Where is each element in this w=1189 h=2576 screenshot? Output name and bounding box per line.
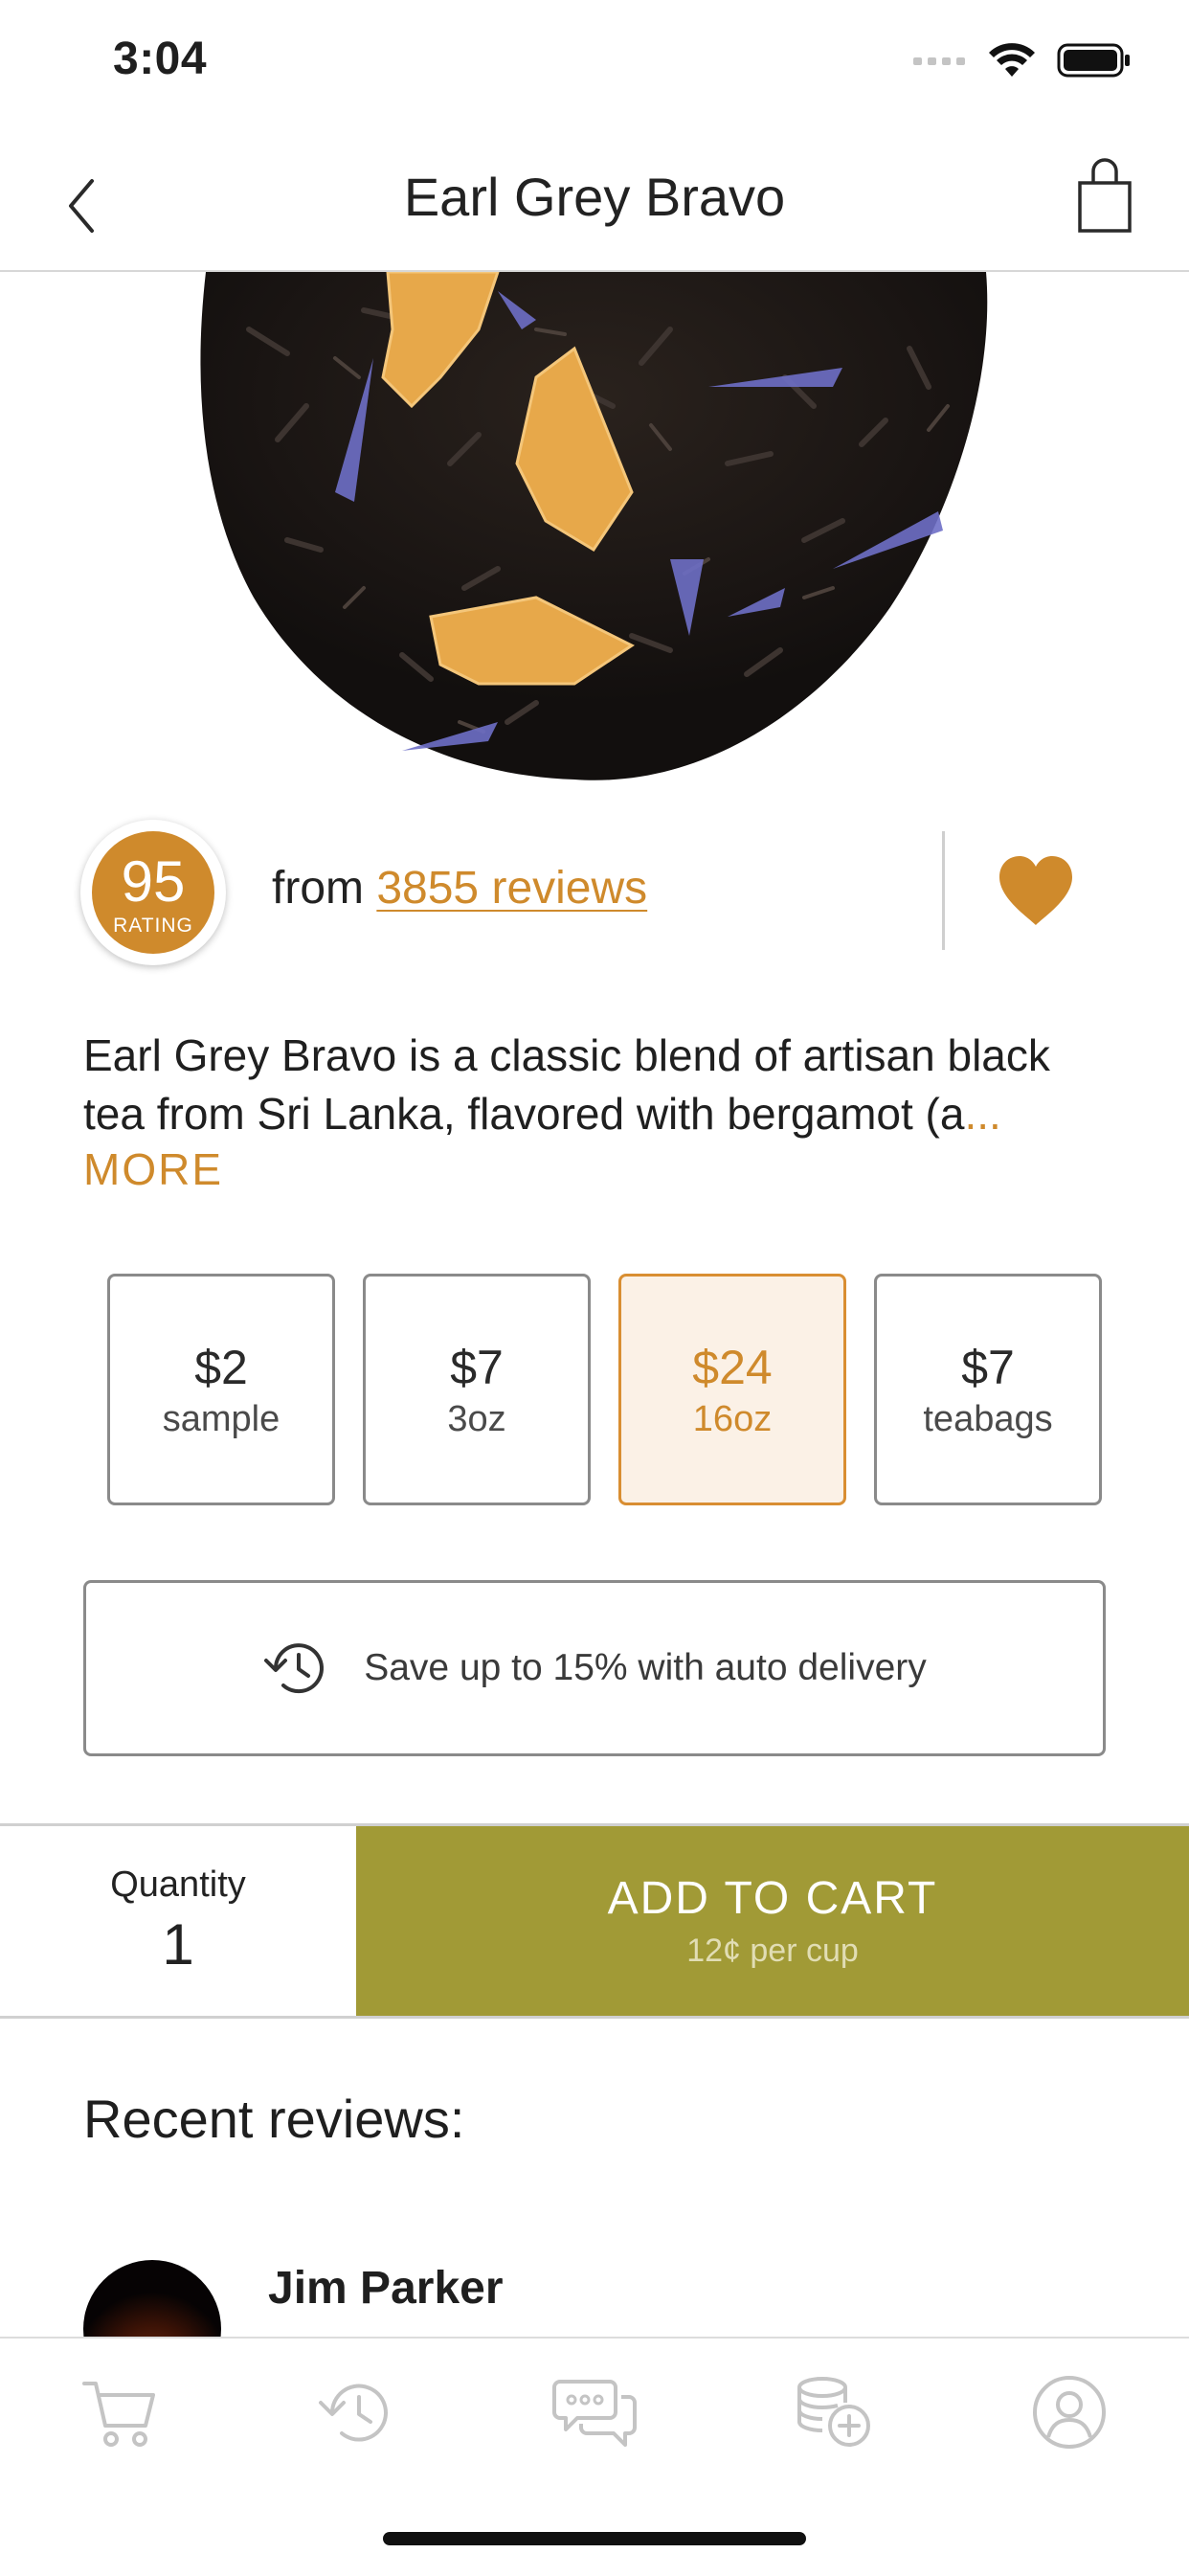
price-per-cup: 12¢ per cup bbox=[686, 1932, 859, 1969]
description-text: Earl Grey Bravo is a classic blend of ar… bbox=[83, 1030, 1050, 1139]
recent-reviews-title: Recent reviews: bbox=[83, 2089, 465, 2149]
rating-badge: 95 RATING bbox=[80, 820, 226, 965]
reviews-from-text: from bbox=[272, 863, 377, 914]
rating-divider bbox=[942, 831, 945, 950]
chat-icon bbox=[552, 2380, 637, 2447]
rating-caption: RATING bbox=[113, 915, 193, 937]
quantity-selector[interactable]: Quantity 1 bbox=[0, 1826, 356, 2016]
navigation-header: Earl Grey Bravo bbox=[0, 134, 1189, 272]
quantity-value: 1 bbox=[162, 1912, 194, 1977]
size-price: $24 bbox=[692, 1340, 773, 1394]
shopping-bag-button[interactable] bbox=[1076, 158, 1133, 235]
size-option-3oz[interactable]: $7 3oz bbox=[363, 1274, 591, 1505]
rewards-icon bbox=[797, 2377, 870, 2447]
size-option-16oz[interactable]: $24 16oz bbox=[618, 1274, 846, 1505]
tea-leaves-illustration bbox=[200, 272, 988, 780]
favorite-button[interactable] bbox=[996, 852, 1076, 929]
reviewer-name: Jim Parker bbox=[268, 2263, 504, 2314]
size-label: sample bbox=[162, 1398, 280, 1439]
product-image bbox=[0, 272, 1189, 789]
status-time: 3:04 bbox=[113, 34, 208, 84]
size-option-teabags[interactable]: $7 teabags bbox=[874, 1274, 1102, 1505]
cellular-signal-icon bbox=[913, 57, 965, 65]
tab-cart[interactable] bbox=[76, 2369, 162, 2455]
profile-icon bbox=[1033, 2376, 1106, 2449]
page-title: Earl Grey Bravo bbox=[403, 167, 786, 227]
size-price: $2 bbox=[194, 1340, 248, 1394]
status-indicators bbox=[913, 42, 1132, 79]
size-label: teabags bbox=[923, 1398, 1053, 1439]
cart-icon bbox=[82, 2382, 155, 2447]
clock-history-icon bbox=[264, 1643, 325, 1694]
quantity-label: Quantity bbox=[110, 1864, 246, 1905]
tab-rewards[interactable] bbox=[791, 2369, 877, 2455]
heart-icon bbox=[999, 856, 1072, 925]
tab-chat[interactable] bbox=[551, 2369, 638, 2455]
auto-delivery-label: Save up to 15% with auto delivery bbox=[364, 1647, 927, 1688]
cart-bar: Quantity 1 ADD TO CART 12¢ per cup bbox=[0, 1823, 1189, 2019]
add-to-cart-label: ADD TO CART bbox=[607, 1873, 938, 1924]
auto-delivery-button[interactable]: Save up to 15% with auto delivery bbox=[83, 1580, 1106, 1756]
battery-icon bbox=[1057, 43, 1130, 78]
tab-history[interactable] bbox=[312, 2369, 398, 2455]
size-price: $7 bbox=[450, 1340, 504, 1394]
home-indicator bbox=[383, 2532, 806, 2545]
size-label: 3oz bbox=[447, 1398, 506, 1439]
reviews-link[interactable]: 3855 reviews bbox=[376, 863, 647, 914]
shopping-bag-icon bbox=[1078, 158, 1132, 233]
size-label: 16oz bbox=[692, 1398, 773, 1439]
product-description: Earl Grey Bravo is a classic blend of ar… bbox=[83, 1027, 1117, 1143]
size-option-sample[interactable]: $2 sample bbox=[107, 1274, 335, 1505]
more-link[interactable]: MORE bbox=[83, 1143, 223, 1195]
size-price: $7 bbox=[961, 1340, 1015, 1394]
description-ellipsis: ... bbox=[964, 1089, 1001, 1139]
rating-circle: 95 RATING bbox=[92, 831, 214, 954]
add-to-cart-button[interactable]: ADD TO CART 12¢ per cup bbox=[356, 1826, 1189, 2016]
rating-value: 95 bbox=[121, 849, 186, 914]
tab-profile[interactable] bbox=[1026, 2369, 1112, 2455]
history-icon bbox=[319, 2384, 388, 2442]
wifi-icon bbox=[989, 43, 1035, 77]
reviews-summary: from 3855 reviews bbox=[272, 862, 647, 915]
